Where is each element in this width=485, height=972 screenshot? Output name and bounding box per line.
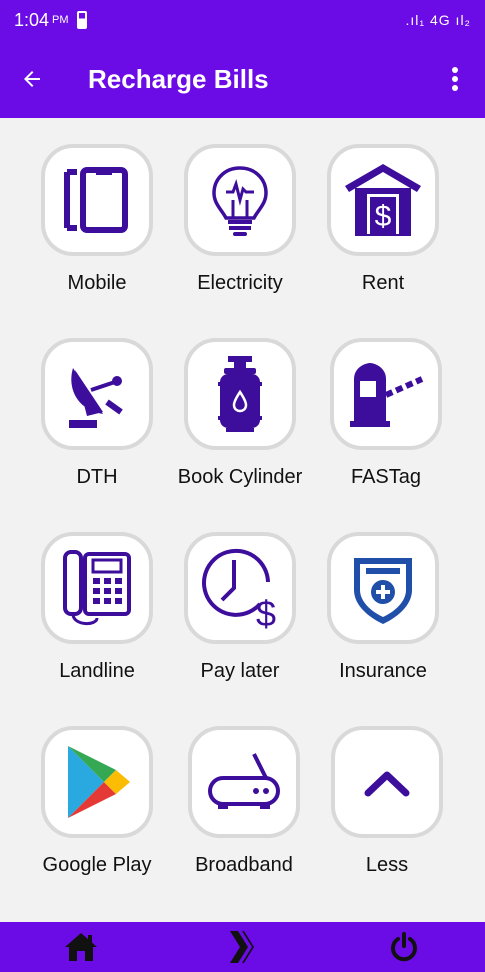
toll-gate-icon bbox=[350, 363, 424, 427]
svg-text:$: $ bbox=[375, 200, 392, 233]
nav-brand-button[interactable] bbox=[212, 922, 272, 972]
tile-label: Insurance bbox=[339, 660, 427, 682]
tile-label: Pay later bbox=[200, 660, 280, 682]
nav-power-button[interactable] bbox=[374, 922, 434, 972]
tile-label: Book Cylinder bbox=[177, 466, 303, 488]
tile-insurance[interactable]: Insurance bbox=[308, 532, 458, 712]
tile-broadband[interactable]: Broadband bbox=[169, 726, 319, 906]
tile-icon-box bbox=[188, 726, 300, 838]
tile-landline[interactable]: Landline bbox=[22, 532, 172, 712]
status-bar: 1:04 PM .ıl₁ 4G ıl₂ bbox=[0, 0, 485, 40]
home-icon bbox=[64, 933, 97, 961]
router-icon bbox=[208, 753, 280, 809]
tile-icon-box bbox=[184, 338, 296, 450]
status-time: 1:04 bbox=[14, 9, 50, 30]
app-bar: Recharge Bills bbox=[0, 40, 485, 118]
tile-label: Less bbox=[365, 854, 409, 876]
tile-icon-box: $ bbox=[184, 532, 296, 644]
tile-label: Mobile bbox=[67, 272, 127, 294]
power-icon bbox=[391, 932, 418, 962]
tile-icon-box bbox=[184, 144, 296, 256]
tile-icon-box bbox=[41, 338, 153, 450]
battery-icon bbox=[76, 11, 87, 29]
tile-pay-later[interactable]: $ Pay later bbox=[165, 532, 315, 712]
tile-label: Landline bbox=[59, 660, 135, 682]
tile-label: Google Play bbox=[42, 854, 152, 876]
tile-label: Electricity bbox=[197, 272, 283, 294]
light-bulb-icon bbox=[212, 166, 268, 236]
tile-book-cylinder[interactable]: Book Cylinder bbox=[165, 338, 315, 518]
tile-fastag[interactable]: FASTag bbox=[330, 338, 442, 518]
overflow-menu-button[interactable] bbox=[445, 59, 465, 99]
tile-icon-box bbox=[327, 532, 439, 644]
nav-home-button[interactable] bbox=[51, 922, 111, 972]
rent-house-icon: $ bbox=[345, 164, 421, 236]
status-ampm: PM bbox=[52, 14, 69, 26]
arrow-left-icon bbox=[24, 71, 40, 87]
back-button[interactable] bbox=[20, 59, 60, 99]
tile-electricity[interactable]: Electricity bbox=[165, 144, 315, 324]
svg-text:$: $ bbox=[256, 593, 276, 630]
satellite-dish-icon bbox=[69, 368, 123, 428]
clock-dollar-icon: $ bbox=[202, 548, 276, 630]
tile-label: FASTag bbox=[350, 466, 422, 488]
kebab-menu-icon bbox=[452, 67, 458, 91]
tile-label: Rent bbox=[361, 272, 405, 294]
tile-label: DTH bbox=[76, 466, 118, 488]
tile-icon-box bbox=[331, 726, 443, 838]
page-title: Recharge Bills bbox=[88, 63, 269, 94]
tile-mobile[interactable]: Mobile bbox=[22, 144, 172, 324]
tile-label: Broadband bbox=[195, 854, 293, 876]
google-play-icon bbox=[68, 746, 130, 818]
insurance-shield-icon bbox=[354, 558, 412, 624]
mobile-phone-icon bbox=[64, 167, 128, 233]
signal-indicator: .ıl₁ 4G ıl₂ bbox=[405, 12, 471, 28]
gas-cylinder-icon bbox=[218, 356, 262, 432]
tile-icon-box: $ bbox=[327, 144, 439, 256]
chevron-up-icon bbox=[364, 771, 410, 797]
brand-logo-icon bbox=[230, 931, 255, 963]
tile-google-play[interactable]: Google Play bbox=[22, 726, 172, 906]
tile-icon-box bbox=[41, 532, 153, 644]
tile-icon-box bbox=[330, 338, 442, 450]
tile-rent[interactable]: $ Rent bbox=[308, 144, 458, 324]
landline-phone-icon bbox=[63, 550, 131, 625]
tile-less[interactable]: Less bbox=[312, 726, 462, 906]
tile-dth[interactable]: DTH bbox=[22, 338, 172, 518]
status-left: 1:04 PM bbox=[14, 10, 87, 31]
bottom-navigation bbox=[0, 922, 485, 972]
tile-icon-box bbox=[41, 144, 153, 256]
tile-icon-box bbox=[41, 726, 153, 838]
